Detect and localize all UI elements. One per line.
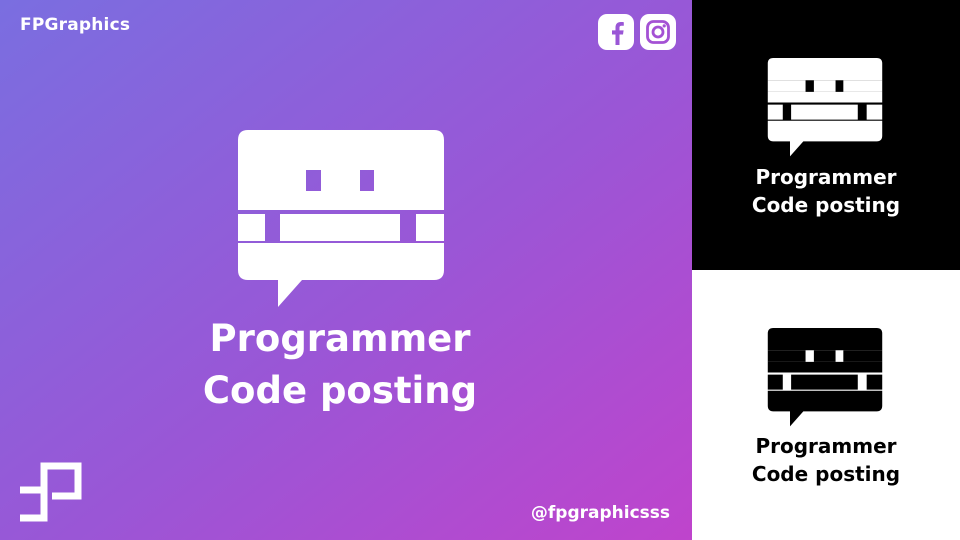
main-canvas: FPGraphics Programmer Code posting @fpgr… [0, 0, 692, 540]
instagram-icon[interactable] [640, 14, 676, 50]
light-variant-panel: Programmer Code posting [692, 270, 960, 540]
dark-variant-panel: Programmer Code posting [692, 0, 960, 270]
code-posting-message-icon [238, 130, 444, 307]
social-links [598, 14, 676, 50]
main-title-line2: Code posting [202, 369, 478, 412]
code-posting-message-icon [767, 58, 883, 157]
dark-title-line1: Programmer [755, 165, 897, 189]
brand-name: FPGraphics [20, 15, 131, 35]
main-title-line1: Programmer [209, 317, 471, 360]
dark-title-line2: Code posting [751, 193, 901, 217]
fp-monogram-icon [20, 462, 82, 522]
code-posting-message-icon [767, 328, 883, 427]
light-title-line2: Code posting [751, 462, 901, 486]
light-title-line1: Programmer [755, 434, 897, 458]
facebook-icon[interactable] [598, 14, 634, 50]
social-handle: @fpgraphicsss [530, 503, 670, 523]
